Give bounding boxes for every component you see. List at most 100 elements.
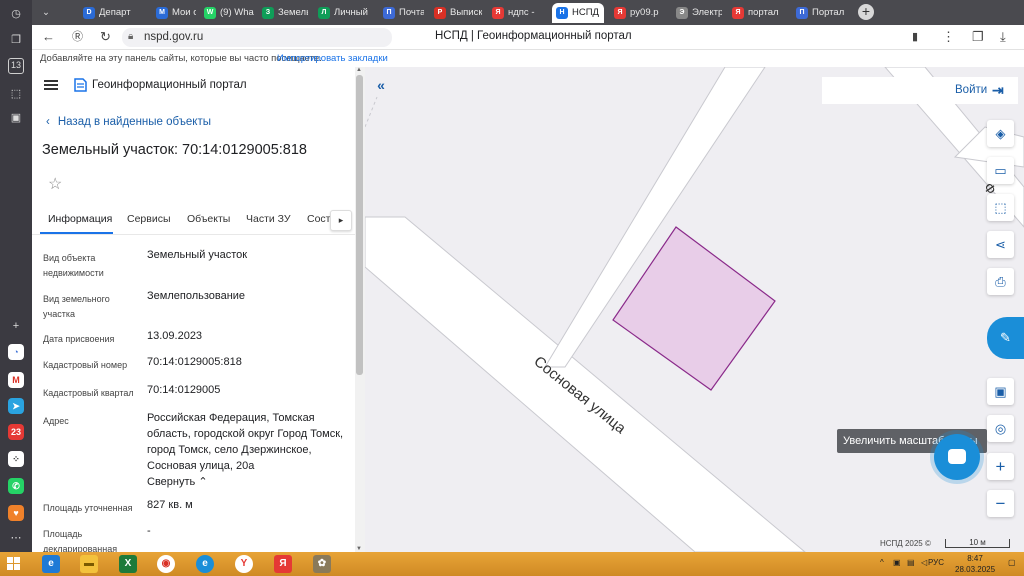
bookmark-icon[interactable]: ▮ — [912, 30, 918, 44]
browser-tab[interactable]: Л Личный — [314, 3, 372, 23]
feedback-button[interactable]: ✎ — [987, 317, 1024, 359]
url-field[interactable]: 🔒︎ nspd.gov.ru — [122, 28, 392, 47]
new-tab-button[interactable]: + — [858, 4, 874, 20]
tabs-scroll-right-button[interactable]: ▸ — [330, 210, 352, 231]
clock[interactable]: 8:47 28.03.2025 — [955, 553, 995, 575]
scroll-up-icon[interactable]: ▲ — [356, 67, 362, 73]
browser-tab[interactable]: Э Электр — [672, 3, 722, 23]
menu-dots-icon[interactable]: ⋮ — [942, 30, 955, 44]
collapse-label: Свернуть — [147, 476, 196, 488]
scroll-thumb[interactable] — [356, 75, 363, 375]
lang-indicator[interactable]: РУС — [928, 558, 944, 567]
favorite-star-icon[interactable]: ☆ — [48, 174, 62, 194]
login-button[interactable]: Войти — [955, 84, 987, 96]
edge-icon[interactable]: e — [196, 555, 214, 573]
back-arrow-icon[interactable]: ← — [42, 30, 55, 44]
tab-favicon-icon: D — [83, 7, 95, 19]
telegram-icon[interactable]: ➤ — [8, 398, 24, 414]
layers-icon[interactable]: ◈ — [987, 120, 1014, 147]
share-icon[interactable]: ⋖ — [987, 231, 1014, 258]
browser-tab[interactable]: Яpy09.p — [610, 3, 666, 23]
app-icon[interactable]: ✿ — [313, 555, 331, 573]
sidebar-settings-icon[interactable]: ⋯ — [8, 530, 24, 546]
tabs-counter[interactable]: 13 — [8, 58, 24, 74]
whatsapp-icon[interactable]: ✆ — [8, 478, 24, 494]
collapse-link[interactable]: Свернуть ⌃ — [147, 474, 347, 490]
tab-label: портал — [748, 7, 779, 18]
start-button[interactable] — [7, 557, 21, 571]
tab-label: Департ — [99, 7, 131, 18]
yandex-icon[interactable]: Я — [274, 555, 292, 573]
tray-icon-1[interactable]: ▣ — [893, 558, 901, 567]
tab-label: py09.p — [630, 7, 659, 18]
panel-scrollbar[interactable]: ▲ ▼ — [355, 67, 365, 552]
tab-list-button[interactable]: ⌄ — [34, 3, 58, 23]
field-value: Российская Федерация, Томская область, г… — [147, 412, 344, 472]
collapse-panel-button[interactable]: « — [370, 75, 392, 97]
browser-tab[interactable]: П Почта I — [379, 3, 424, 23]
collections-icon[interactable]: ❐ — [8, 32, 24, 48]
calendar-app-icon[interactable]: 23 — [8, 424, 24, 440]
browser-tab[interactable]: П Портал — [792, 3, 848, 23]
notifications-icon[interactable]: ▢ — [1008, 558, 1016, 567]
tab-objects[interactable]: Объекты — [187, 213, 230, 225]
tab-information[interactable]: Информация — [48, 213, 112, 225]
menu-icon[interactable] — [44, 80, 58, 90]
select-area-icon[interactable]: ⬚ — [987, 194, 1014, 221]
tray-arrow-icon[interactable]: ^ — [880, 558, 884, 567]
browser-tab[interactable]: З Земель — [258, 3, 308, 23]
field-label: Вид земельного участка — [43, 294, 110, 319]
field-value: 70:14:0129005:818 — [147, 356, 242, 368]
history-icon[interactable]: ◷ — [8, 6, 24, 22]
mail-app-icon[interactable]: M — [8, 372, 24, 388]
minimap-icon[interactable]: ▣ — [987, 378, 1014, 405]
extensions-icon[interactable]: ❐ — [972, 30, 984, 44]
tab-label: (9) Wha — [220, 7, 254, 18]
map-canvas[interactable]: Сосновая улица Ф — [365, 67, 1024, 552]
map-scale: 10 м — [945, 539, 1010, 548]
zoom-in-button[interactable]: + — [987, 453, 1014, 480]
excel-icon[interactable]: X — [119, 555, 137, 573]
browser-tab[interactable]: D Департ — [79, 3, 135, 23]
chrome-icon[interactable]: ◉ — [157, 555, 175, 573]
print-icon[interactable]: ⎙ — [987, 268, 1014, 295]
browser-tab[interactable]: Н НСПД — [552, 3, 604, 23]
field-value: - — [147, 525, 151, 537]
browser-tab[interactable]: Яндпс - — [488, 3, 546, 23]
apps-grid-icon[interactable]: ⁘ — [8, 451, 24, 467]
explorer-icon[interactable]: ▬ — [80, 555, 98, 573]
add-icon[interactable]: + — [8, 318, 24, 334]
downloads-icon[interactable]: ⬚ — [8, 86, 24, 102]
tab-parts[interactable]: Части ЗУ — [246, 213, 291, 225]
browser-tab[interactable]: M Мои об — [152, 3, 196, 23]
field-value: Земельный участок — [147, 249, 248, 261]
reload-icon[interactable]: ↻ — [100, 30, 111, 44]
reader-icon[interactable]: ▣ — [8, 110, 24, 126]
volume-icon[interactable]: ◁ — [921, 558, 927, 567]
bookmarks-bar: Добавляйте на эту панель сайты, которые … — [32, 50, 1024, 67]
chevron-up-icon: ⌃ — [198, 476, 208, 488]
browser-tab[interactable]: P Выписк — [430, 3, 482, 23]
zoom-out-button[interactable]: − — [987, 490, 1014, 517]
tab-favicon-icon: Н — [556, 7, 568, 19]
music-app-icon[interactable]: ♥ — [8, 505, 24, 521]
import-bookmarks-link[interactable]: Импортировать закладки — [277, 53, 388, 64]
locate-icon[interactable]: ◎ — [987, 415, 1014, 442]
network-icon[interactable]: ▤ — [907, 558, 915, 567]
browser-tab[interactable]: Япортал — [728, 3, 786, 23]
back-to-results-link[interactable]: ‹ Назад в найденные объекты — [46, 116, 211, 128]
map-drawing: Сосновая улица Ф — [365, 67, 1024, 552]
tab-favicon-icon: З — [262, 7, 274, 19]
app-icon-1[interactable]: ◔ — [8, 344, 24, 360]
browser-tab[interactable]: W (9) Wha — [200, 3, 254, 23]
url-text: nspd.gov.ru — [144, 31, 204, 43]
tab-services[interactable]: Сервисы — [127, 213, 171, 225]
chat-button[interactable] — [934, 434, 980, 480]
ie-icon[interactable]: e — [42, 555, 60, 573]
login-icon[interactable]: ⇥ — [992, 82, 1004, 99]
ruler-icon[interactable]: ▭ — [987, 157, 1014, 184]
download-icon[interactable]: ⤓ — [1000, 30, 1006, 44]
yandex-browser-icon[interactable]: Y — [235, 555, 253, 573]
protect-icon[interactable]: Ⓡ — [72, 30, 83, 44]
back-label: Назад в найденные объекты — [57, 116, 212, 128]
